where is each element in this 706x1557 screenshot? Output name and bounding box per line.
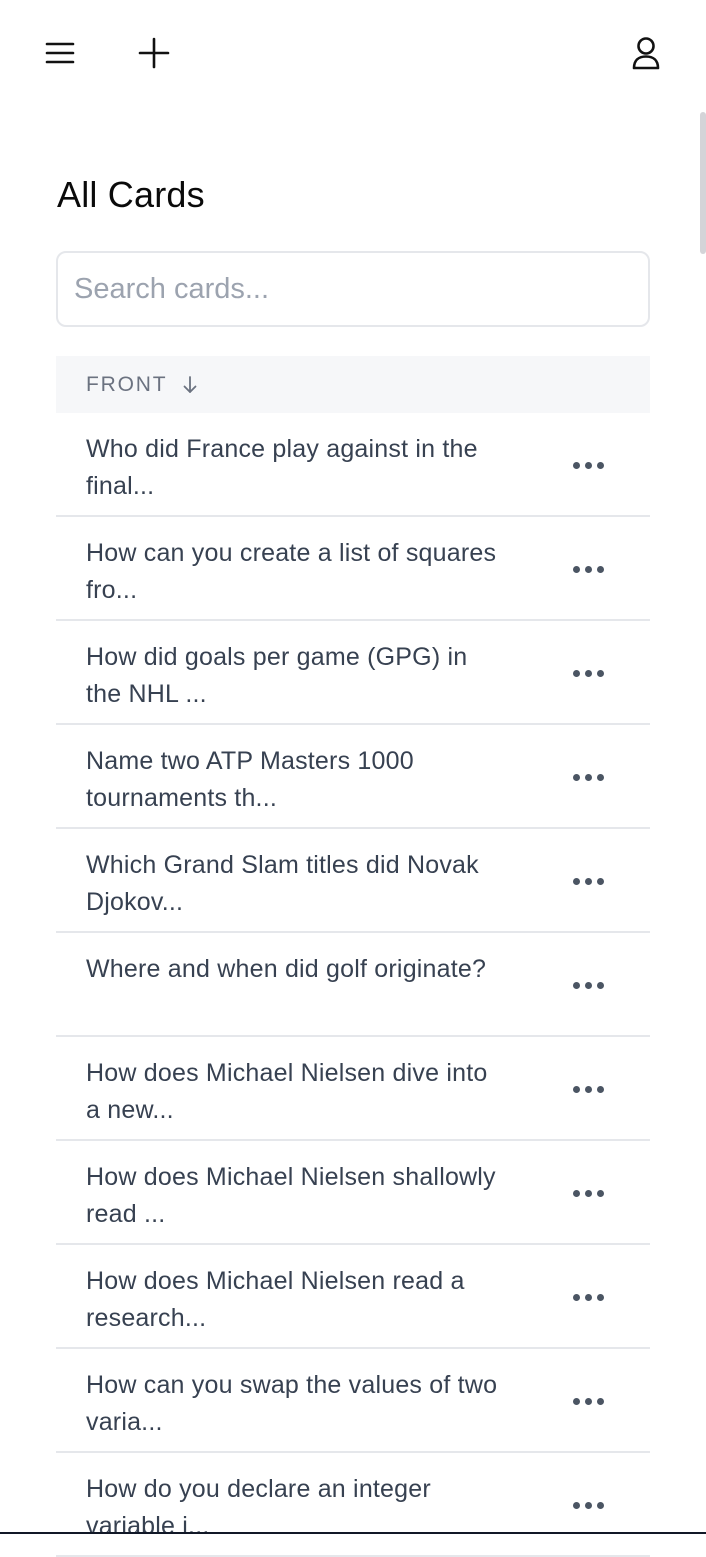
table-row[interactable]: How do you declare an integer variable i… xyxy=(56,1453,650,1557)
column-header-front[interactable]: FRONT xyxy=(86,373,197,397)
table-row[interactable]: How can you swap the values of two varia… xyxy=(56,1349,650,1453)
scrollbar[interactable] xyxy=(700,112,706,254)
table-row[interactable]: How did goals per game (GPG) in the NHL … xyxy=(56,621,650,725)
card-front-text: Who did France play against in the final… xyxy=(86,431,506,505)
plus-icon xyxy=(138,37,170,69)
row-actions-button[interactable] xyxy=(566,1385,610,1417)
more-horizontal-icon xyxy=(573,670,604,677)
card-front-text: Where and when did golf originate? xyxy=(86,951,506,988)
more-horizontal-icon xyxy=(573,1294,604,1301)
row-actions-button[interactable] xyxy=(566,1281,610,1313)
column-header-label: FRONT xyxy=(86,373,167,397)
row-actions-button[interactable] xyxy=(566,1073,610,1105)
card-front-text: How can you swap the values of two varia… xyxy=(86,1367,506,1441)
row-actions-button[interactable] xyxy=(566,1177,610,1209)
table-row[interactable]: Who did France play against in the final… xyxy=(56,413,650,517)
table-header: FRONT xyxy=(56,356,650,413)
arrow-down-icon xyxy=(183,376,197,394)
row-actions-button[interactable] xyxy=(566,449,610,481)
more-horizontal-icon xyxy=(573,774,604,781)
profile-button[interactable] xyxy=(624,31,668,75)
table-row[interactable]: How does Michael Nielsen read a research… xyxy=(56,1245,650,1349)
card-front-text: Name two ATP Masters 1000 tournaments th… xyxy=(86,743,506,817)
table-row[interactable]: How does Michael Nielsen shallowly read … xyxy=(56,1141,650,1245)
row-actions-button[interactable] xyxy=(566,553,610,585)
table-row[interactable]: How does Michael Nielsen dive into a new… xyxy=(56,1037,650,1141)
more-horizontal-icon xyxy=(573,566,604,573)
row-actions-button[interactable] xyxy=(566,657,610,689)
table-row[interactable]: How can you create a list of squares fro… xyxy=(56,517,650,621)
add-card-button[interactable] xyxy=(132,31,176,75)
card-front-text: Which Grand Slam titles did Novak Djokov… xyxy=(86,847,506,921)
row-actions-button[interactable] xyxy=(566,1489,610,1521)
table-row[interactable]: Where and when did golf originate? xyxy=(56,933,650,1037)
user-icon xyxy=(631,36,661,70)
card-front-text: How did goals per game (GPG) in the NHL … xyxy=(86,639,506,713)
row-actions-button[interactable] xyxy=(566,761,610,793)
more-horizontal-icon xyxy=(573,1086,604,1093)
more-horizontal-icon xyxy=(573,1502,604,1509)
page-title: All Cards xyxy=(57,174,205,216)
cards-table-body: Who did France play against in the final… xyxy=(56,413,650,1557)
hamburger-menu-icon xyxy=(45,41,75,65)
more-horizontal-icon xyxy=(573,1398,604,1405)
more-horizontal-icon xyxy=(573,982,604,989)
menu-button[interactable] xyxy=(38,31,82,75)
card-front-text: How does Michael Nielsen read a research… xyxy=(86,1263,506,1337)
card-front-text: How does Michael Nielsen dive into a new… xyxy=(86,1055,506,1129)
more-horizontal-icon xyxy=(573,878,604,885)
table-row[interactable]: Which Grand Slam titles did Novak Djokov… xyxy=(56,829,650,933)
top-bar xyxy=(0,0,706,108)
card-front-text: How does Michael Nielsen shallowly read … xyxy=(86,1159,506,1233)
more-horizontal-icon xyxy=(573,462,604,469)
table-row[interactable]: Name two ATP Masters 1000 tournaments th… xyxy=(56,725,650,829)
card-front-text: How can you create a list of squares fro… xyxy=(86,535,506,609)
search-input[interactable] xyxy=(56,251,650,327)
row-actions-button[interactable] xyxy=(566,969,610,1001)
row-actions-button[interactable] xyxy=(566,865,610,897)
more-horizontal-icon xyxy=(573,1190,604,1197)
